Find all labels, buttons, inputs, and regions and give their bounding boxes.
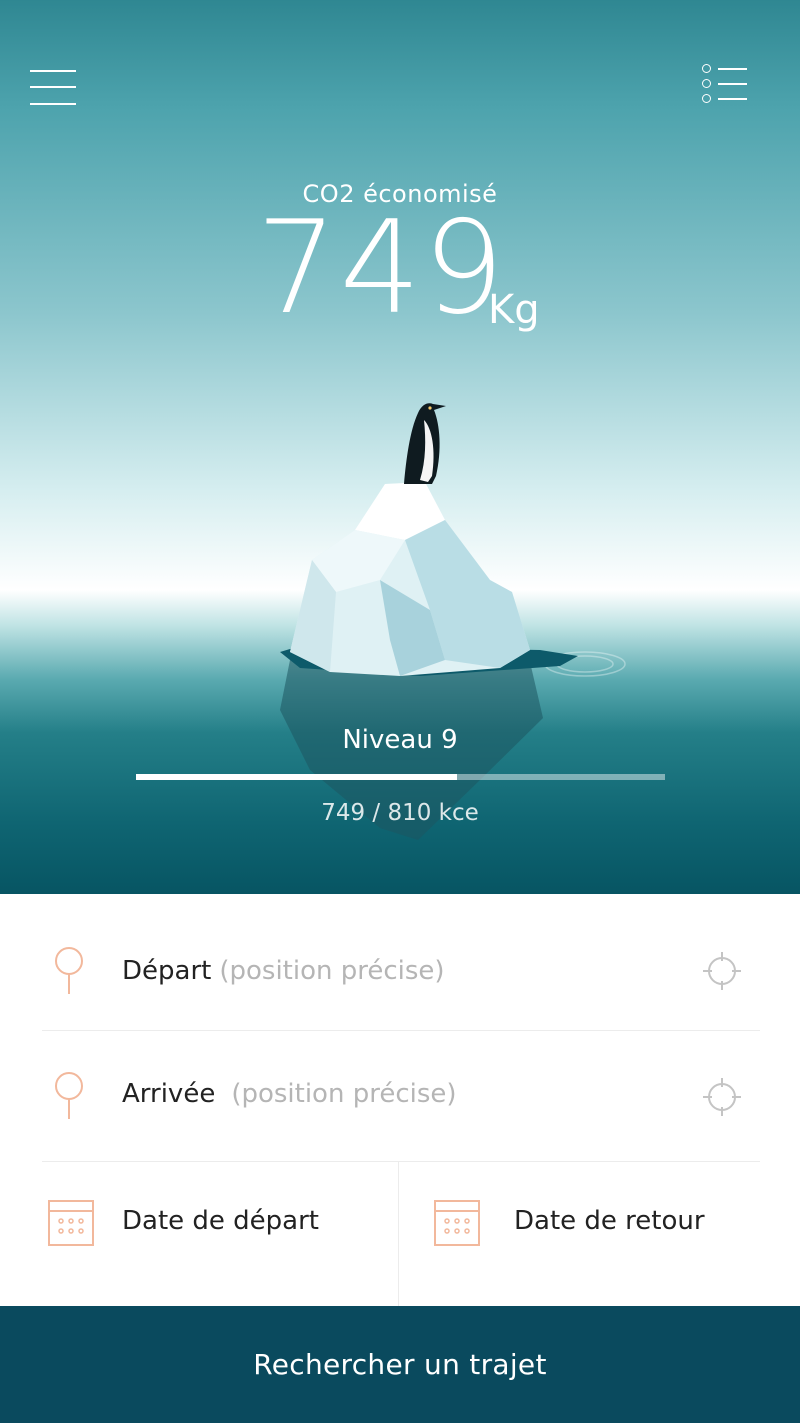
hero-banner: CO2 économisé 749 Kg Niveau 9 749 / 810 …	[0, 0, 800, 894]
arrivee-label: Arrivée (position précise)	[122, 1079, 457, 1109]
iceberg-penguin-illustration	[280, 403, 626, 840]
date-depart-field[interactable]: Date de départ	[42, 1162, 399, 1306]
date-depart-label: Date de départ	[122, 1206, 319, 1236]
level-progress-bar	[136, 774, 665, 780]
location-pin-icon	[55, 947, 83, 994]
co2-unit-label: Kg	[488, 287, 540, 333]
arrivee-hint: (position précise)	[231, 1079, 457, 1109]
location-pin-icon	[55, 1072, 83, 1119]
depart-field[interactable]: Départ (position précise)	[42, 894, 760, 1031]
level-progress-fill	[136, 774, 457, 780]
depart-hint: (position précise)	[219, 956, 445, 986]
arrivee-field[interactable]: Arrivée (position précise)	[42, 1031, 760, 1162]
calendar-icon	[434, 1200, 480, 1246]
date-retour-label: Date de retour	[514, 1206, 705, 1236]
level-label: Niveau 9	[342, 725, 458, 755]
list-view-icon[interactable]	[702, 64, 748, 104]
crosshair-locate-icon[interactable]	[702, 1077, 742, 1117]
crosshair-locate-icon[interactable]	[702, 951, 742, 991]
depart-label: Départ (position précise)	[122, 956, 445, 986]
date-retour-field[interactable]: Date de retour	[399, 1162, 760, 1306]
hamburger-menu-icon[interactable]	[30, 68, 76, 108]
search-trip-button[interactable]: Rechercher un trajet	[0, 1306, 800, 1423]
penguin-icon	[404, 403, 446, 484]
level-progress-text: 749 / 810 kce	[321, 800, 479, 826]
co2-saved-value: 749	[256, 194, 507, 343]
trip-search-form: Départ (position précise) Arrivée (positio…	[0, 894, 800, 1306]
calendar-icon	[48, 1200, 94, 1246]
